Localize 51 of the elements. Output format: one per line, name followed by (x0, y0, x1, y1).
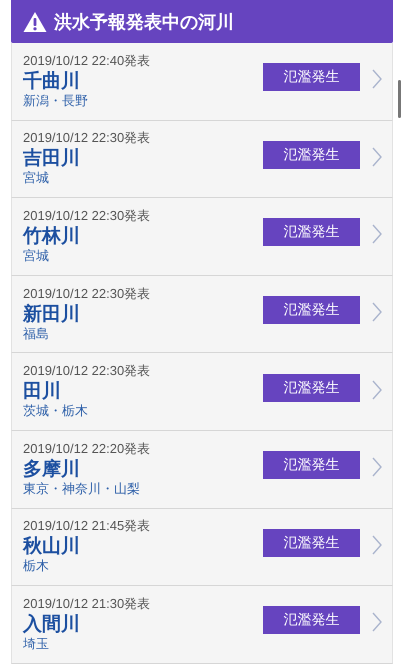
area-name: 栃木 (23, 558, 49, 576)
river-item[interactable]: 2019/10/12 21:45発表 秋山川 栃木 氾濫発生 (11, 508, 393, 586)
area-name: 新潟・長野 (23, 92, 88, 110)
scrollbar[interactable] (398, 80, 401, 118)
river-name: 多摩川 (23, 456, 80, 481)
announce-time: 2019/10/12 21:45発表 (23, 518, 150, 534)
river-name: 竹林川 (23, 224, 80, 248)
announce-time: 2019/10/12 22:30発表 (23, 130, 150, 146)
status-badge: 氾濫発生 (263, 63, 360, 92)
status-badge: 氾濫発生 (263, 296, 360, 324)
river-name: 秋山川 (23, 534, 80, 558)
status-badge: 氾濫発生 (263, 218, 360, 246)
area-name: 茨城・栃木 (23, 403, 88, 420)
river-item[interactable]: 2019/10/12 22:20発表 多摩川 東京・神奈川・山梨 氾濫発生 (11, 430, 393, 509)
river-item[interactable]: 2019/10/12 22:30発表 新田川 福島 氾濫発生 (11, 276, 393, 354)
river-item[interactable]: 2019/10/12 21:30発表 入間川 埼玉 氾濫発生 (11, 586, 393, 664)
chevron-icon (372, 457, 382, 478)
area-name: 埼玉 (23, 636, 49, 653)
chevron-icon (372, 69, 382, 90)
announce-time: 2019/10/12 22:20発表 (23, 440, 150, 457)
announce-time: 2019/10/12 22:30発表 (23, 208, 150, 224)
chevron-icon (372, 224, 382, 244)
announce-time: 2019/10/12 22:30発表 (23, 286, 150, 302)
announce-time: 2019/10/12 21:30発表 (23, 596, 150, 612)
chevron-icon (372, 612, 382, 632)
river-item[interactable]: 2019/10/12 22:40発表 千曲川 新潟・長野 氾濫発生 (11, 43, 393, 121)
river-name: 田川 (23, 379, 61, 404)
status-badge: 氾濫発生 (263, 606, 360, 634)
area-name: 宮城 (23, 248, 49, 265)
river-name: 新田川 (23, 302, 80, 326)
chevron-icon (372, 302, 382, 322)
status-badge: 氾濫発生 (263, 451, 360, 480)
river-item[interactable]: 2019/10/12 22:30発表 吉田川 宮城 氾濫発生 (11, 120, 393, 198)
header-title: 洪水予報発表中の河川 (54, 10, 234, 34)
river-item[interactable]: 2019/10/12 22:30発表 田川 茨城・栃木 氾濫発生 (11, 353, 393, 431)
status-badge: 氾濫発生 (263, 140, 360, 169)
status-badge: 氾濫発生 (263, 374, 360, 402)
river-item[interactable]: 2019/10/12 22:30発表 竹林川 宮城 氾濫発生 (11, 198, 393, 276)
river-name: 入間川 (23, 612, 80, 636)
chevron-icon (372, 534, 382, 555)
river-name: 吉田川 (23, 146, 80, 170)
announce-time: 2019/10/12 22:40発表 (23, 52, 150, 69)
area-name: 宮城 (23, 170, 49, 188)
area-name: 東京・神奈川・山梨 (23, 480, 140, 498)
warning-icon (23, 10, 47, 32)
river-name: 千曲川 (23, 68, 80, 93)
status-badge: 氾濫発生 (263, 528, 360, 557)
chevron-icon (372, 146, 382, 167)
area-name: 福島 (23, 326, 49, 343)
announce-time: 2019/10/12 22:30発表 (23, 363, 150, 380)
chevron-icon (372, 380, 382, 400)
